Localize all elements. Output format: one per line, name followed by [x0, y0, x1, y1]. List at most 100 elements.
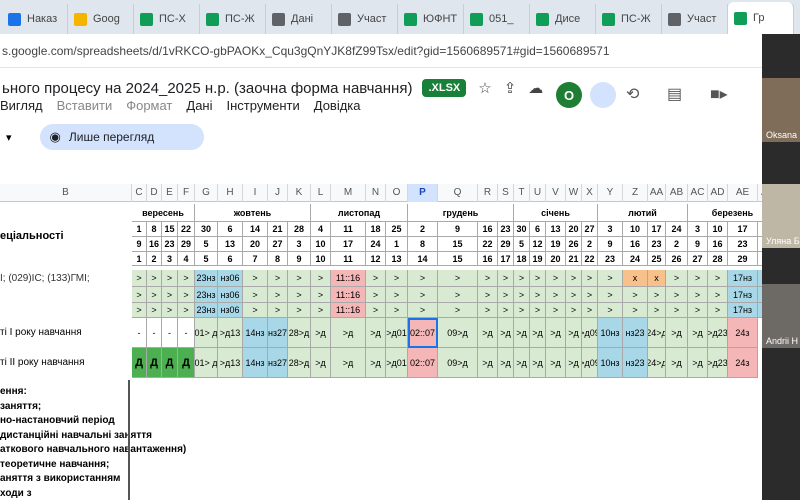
date-cell[interactable]: 17: [648, 222, 666, 237]
course-2-cell[interactable]: 10нз: [598, 348, 623, 378]
date-cell[interactable]: 13: [546, 222, 566, 237]
schedule-cell[interactable]: >: [478, 287, 498, 303]
schedule-cell[interactable]: >: [288, 303, 311, 318]
schedule-cell[interactable]: >: [708, 303, 728, 318]
course-1-cell[interactable]: >д: [311, 318, 331, 348]
course-2-cell[interactable]: 24з: [728, 348, 758, 378]
date-cell[interactable]: 14: [408, 252, 438, 266]
course-1-cell[interactable]: 24з: [728, 318, 758, 348]
schedule-cell[interactable]: >: [623, 287, 648, 303]
schedule-cell[interactable]: >: [546, 303, 566, 318]
date-cell[interactable]: 30: [514, 222, 530, 237]
schedule-cell[interactable]: нз06: [218, 287, 243, 303]
column-header[interactable]: G: [195, 184, 218, 202]
course-1-cell[interactable]: -: [162, 318, 178, 348]
date-cell[interactable]: 9: [438, 222, 478, 237]
browser-tab[interactable]: ПС-Ж: [596, 4, 662, 34]
schedule-cell[interactable]: >: [132, 303, 147, 318]
column-header[interactable]: AB: [666, 184, 688, 202]
date-cell[interactable]: 8: [408, 237, 438, 252]
column-header[interactable]: AE: [728, 184, 758, 202]
column-header[interactable]: D: [147, 184, 162, 202]
date-cell[interactable]: 23: [648, 237, 666, 252]
course-1-cell[interactable]: -: [147, 318, 162, 348]
menu-item[interactable]: Вигляд: [0, 98, 43, 118]
date-cell[interactable]: 29: [728, 252, 758, 266]
course-2-cell[interactable]: >д: [498, 348, 514, 378]
date-cell[interactable]: 25: [648, 252, 666, 266]
column-header[interactable]: AC: [688, 184, 708, 202]
course-2-cell[interactable]: Д: [147, 348, 162, 378]
course-2-cell[interactable]: 14нз: [243, 348, 268, 378]
schedule-cell[interactable]: >: [648, 303, 666, 318]
column-header[interactable]: I: [243, 184, 268, 202]
column-header[interactable]: M: [331, 184, 366, 202]
schedule-cell[interactable]: >: [408, 303, 438, 318]
date-cell[interactable]: 7: [243, 252, 268, 266]
course-1-cell[interactable]: нз27: [268, 318, 288, 348]
date-cell[interactable]: 29: [178, 237, 195, 252]
menu-item[interactable]: Довідка: [314, 98, 361, 118]
participant-tile[interactable]: Andrii H: [762, 284, 800, 348]
date-cell[interactable]: 3: [598, 222, 623, 237]
column-header[interactable]: V: [546, 184, 566, 202]
schedule-cell[interactable]: >: [546, 287, 566, 303]
schedule-cell[interactable]: >: [147, 303, 162, 318]
date-cell[interactable]: 29: [498, 237, 514, 252]
course-1-cell[interactable]: нз23: [623, 318, 648, 348]
schedule-cell[interactable]: >: [268, 303, 288, 318]
date-cell[interactable]: 25: [386, 222, 408, 237]
date-cell[interactable]: 19: [530, 252, 546, 266]
course-2-cell[interactable]: 24>д: [648, 348, 666, 378]
schedule-cell[interactable]: >: [438, 287, 478, 303]
date-cell[interactable]: 20: [566, 222, 582, 237]
date-cell[interactable]: 6: [218, 252, 243, 266]
column-header[interactable]: O: [386, 184, 408, 202]
course-2-cell[interactable]: 02::07: [408, 348, 438, 378]
schedule-cell[interactable]: >: [598, 287, 623, 303]
schedule-cell[interactable]: 11::16: [331, 270, 366, 287]
column-header[interactable]: H: [218, 184, 243, 202]
browser-tab[interactable]: Дані: [266, 4, 332, 34]
schedule-cell[interactable]: >: [288, 270, 311, 287]
date-cell[interactable]: 13: [218, 237, 243, 252]
course-1-cell[interactable]: 01> д: [195, 318, 218, 348]
course-1-cell[interactable]: 09>д: [438, 318, 478, 348]
schedule-cell[interactable]: 23нз: [195, 270, 218, 287]
browser-tab[interactable]: 051_: [464, 4, 530, 34]
column-header[interactable]: Y: [598, 184, 623, 202]
date-cell[interactable]: 5: [514, 237, 530, 252]
column-header[interactable]: B: [0, 184, 132, 202]
address-bar[interactable]: s.google.com/spreadsheets/d/1vRKCO-gbPAO…: [0, 34, 800, 68]
schedule-cell[interactable]: >: [566, 303, 582, 318]
date-cell[interactable]: 19: [546, 237, 566, 252]
browser-tab[interactable]: ПС-Ж: [200, 4, 266, 34]
date-cell[interactable]: 2: [408, 222, 438, 237]
column-header[interactable]: C: [132, 184, 147, 202]
course-2-cell[interactable]: >д: [331, 348, 366, 378]
schedule-cell[interactable]: >: [386, 287, 408, 303]
date-cell[interactable]: 15: [438, 252, 478, 266]
schedule-cell[interactable]: >: [498, 270, 514, 287]
date-cell[interactable]: 6: [530, 222, 546, 237]
date-cell[interactable]: 12: [366, 252, 386, 266]
course-1-cell[interactable]: >д01: [386, 318, 408, 348]
course-1-cell[interactable]: >д09: [582, 318, 598, 348]
date-cell[interactable]: 16: [623, 237, 648, 252]
date-cell[interactable]: 22: [178, 222, 195, 237]
document-title[interactable]: ьного процесу на 2024_2025 н.р. (заочна …: [2, 80, 412, 97]
date-cell[interactable]: 26: [566, 237, 582, 252]
browser-tab[interactable]: ПС-Х: [134, 4, 200, 34]
schedule-cell[interactable]: х: [623, 270, 648, 287]
column-header[interactable]: P: [408, 184, 438, 202]
course-1-cell[interactable]: >д: [478, 318, 498, 348]
date-cell[interactable]: 23: [598, 252, 623, 266]
schedule-cell[interactable]: >: [132, 270, 147, 287]
schedule-cell[interactable]: >: [268, 270, 288, 287]
schedule-cell[interactable]: >: [311, 287, 331, 303]
course-1-cell[interactable]: >д: [688, 318, 708, 348]
course-1-cell[interactable]: >д: [498, 318, 514, 348]
date-cell[interactable]: 23: [498, 222, 514, 237]
course-2-cell[interactable]: >д13: [218, 348, 243, 378]
date-cell[interactable]: 2: [666, 237, 688, 252]
